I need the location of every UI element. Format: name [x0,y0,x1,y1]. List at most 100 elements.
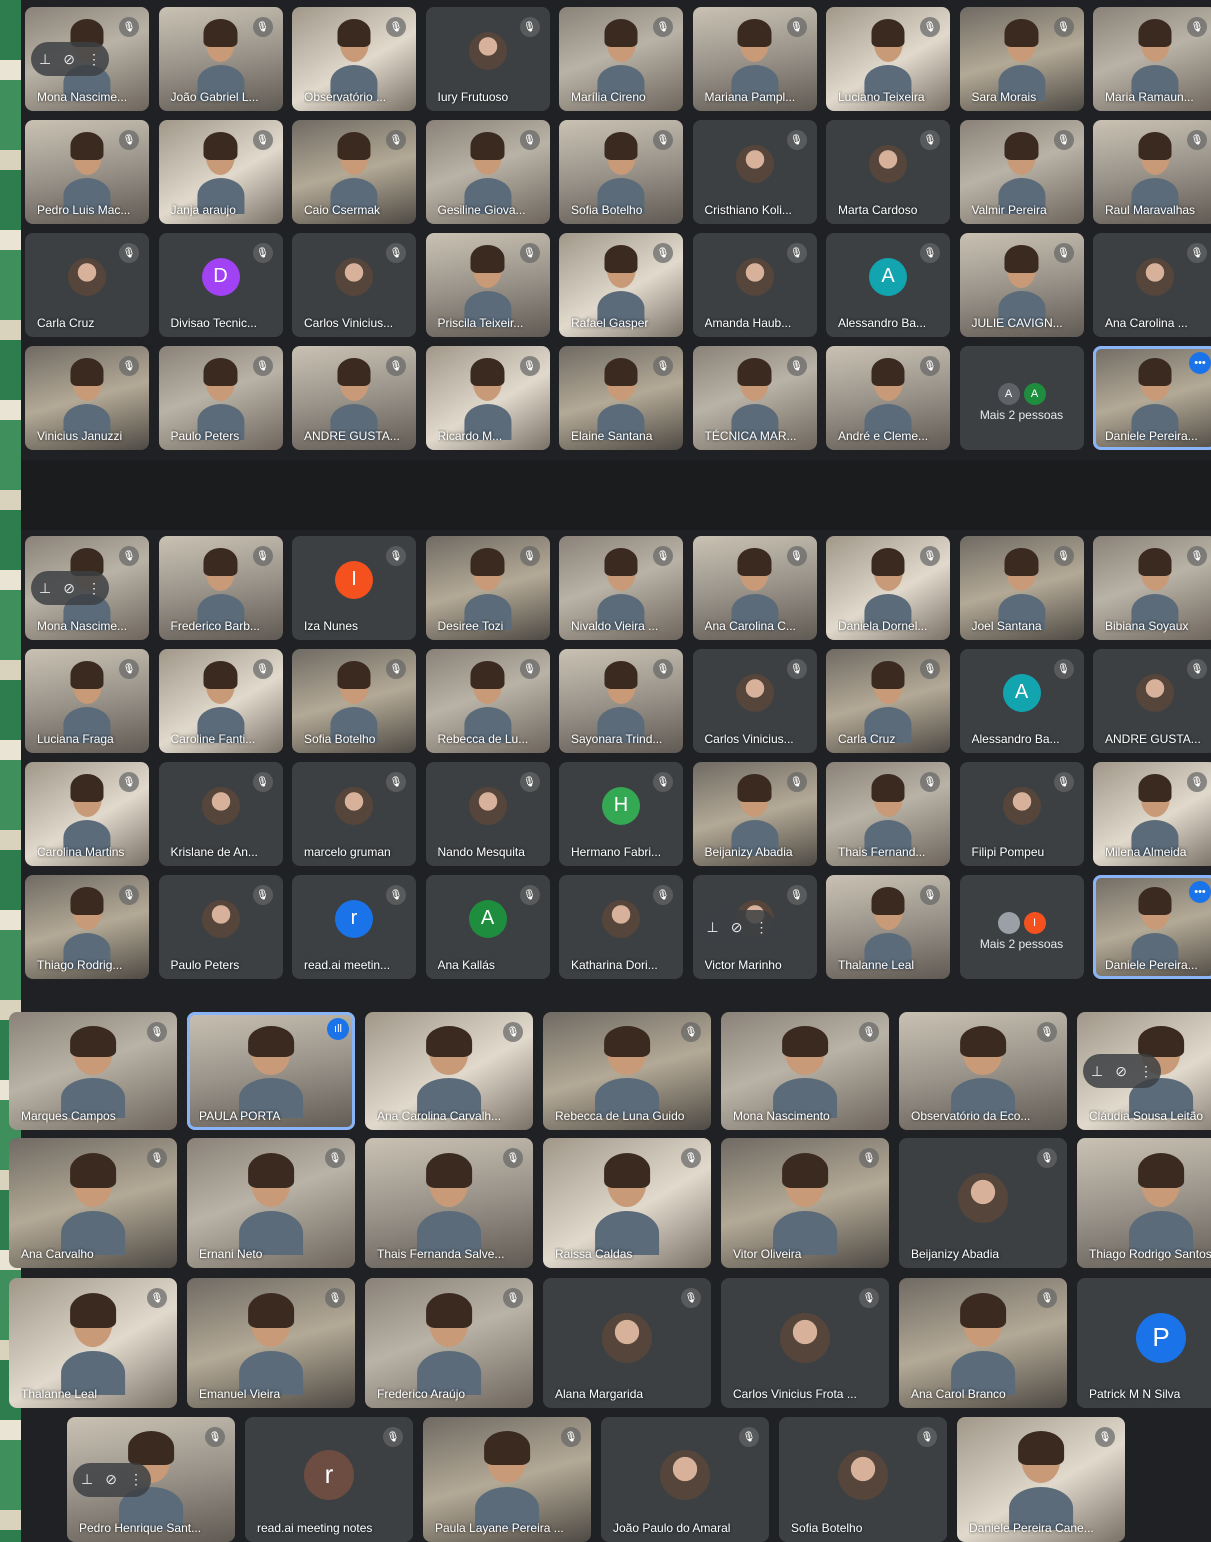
participant-tile[interactable]: 🎙 Maria Ramaun... [1093,7,1211,111]
participant-tile[interactable]: 🎙 Victor Marinho ⊥ ⊘ ⋮ [692,875,817,979]
participant-tile[interactable]: 🎙 Observatório da Eco... [899,1012,1067,1130]
participant-tile[interactable]: 🎙 Thalanne Leal [826,875,950,979]
participant-tile[interactable]: 🎙 Sayonara Trind... [559,649,683,753]
mute-icon[interactable]: ⊘ [731,919,743,936]
pin-icon[interactable]: ⊥ [707,919,719,936]
participant-tile[interactable]: ••• Daniele Pereira... [1093,875,1211,979]
participant-tile[interactable]: 🎙 Carolina Martins [25,762,149,866]
participant-tile[interactable]: 🎙 Caroline Fanti... [158,649,283,753]
participant-tile[interactable]: 🎙 Pedro Luis Mac... [25,120,149,224]
participant-tile[interactable]: 🎙 André e Cleme... [826,346,950,450]
participant-tile[interactable]: 🎙 Ernani Neto [187,1138,355,1268]
participant-tile[interactable]: 🎙 Raissa Caldas [543,1138,711,1268]
participant-tile[interactable]: r 🎙 read.ai meeting notes [245,1417,413,1542]
pin-icon[interactable]: ⊥ [39,51,51,68]
participant-tile[interactable]: 🎙 Ana Carol Branco [899,1278,1067,1408]
participant-tile[interactable]: 🎙 Vinicius Januzzi [25,346,149,450]
participant-tile[interactable]: 🎙 Krislane de An... [158,762,283,866]
participant-tile[interactable]: 🎙 Thalanne Leal [9,1278,177,1408]
participant-tile[interactable]: I Mais 2 pessoas [959,875,1084,979]
participant-tile[interactable]: 🎙 Valmir Pereira [959,120,1084,224]
participant-tile[interactable]: 🎙 Thais Fernand... [826,762,950,866]
participant-tile[interactable]: 🎙 Observatório ... [292,7,416,111]
participant-tile[interactable]: 🎙 Ricardo M... [425,346,550,450]
participant-tile[interactable]: r 🎙 read.ai meetin... [292,875,416,979]
participant-tile[interactable]: A A Mais 2 pessoas [959,346,1084,450]
participant-tile[interactable]: 🎙 Ana Carolina Carvalh... [365,1012,533,1130]
pin-icon[interactable]: ⊥ [81,1471,93,1488]
participant-tile[interactable]: 🎙 Milena Almeida [1093,762,1211,866]
more-vert-icon[interactable]: ⋮ [1139,1063,1153,1080]
participant-tile[interactable]: 🎙 Emanuel Vieira [187,1278,355,1408]
participant-tile[interactable]: 🎙 Mona Nascime... ⊥ ⊘ ⋮ [25,536,149,640]
participant-tile[interactable]: 🎙 Bibiana Soyaux [1093,536,1211,640]
participant-tile[interactable]: 🎙 Sofia Botelho [292,649,416,753]
participant-tile[interactable]: ••• Daniele Pereira... [1093,346,1211,450]
mute-icon[interactable]: ⊘ [105,1471,117,1488]
participant-tile[interactable]: 🎙 Nando Mesquita [425,762,550,866]
participant-tile[interactable]: 🎙Thiago Rodrigo Santos [1077,1138,1211,1268]
mute-icon[interactable]: ⊘ [1115,1063,1127,1080]
participant-tile[interactable]: 🎙 Luciano Teixeira [826,7,950,111]
participant-tile[interactable]: 🎙 Rafael Gasper [559,233,683,337]
participant-tile[interactable]: 🎙 Elaine Santana [559,346,683,450]
participant-tile[interactable]: 🎙 Carla Cruz [826,649,950,753]
participant-tile[interactable]: 🎙 Beijanizy Abadia [692,762,817,866]
participant-tile[interactable]: 🎙 Carlos Vinicius... [692,649,817,753]
tile-hover-controls[interactable]: ⊥ ⊘ ⋮ [73,1462,151,1497]
participant-tile[interactable]: 🎙 Sara Morais [959,7,1084,111]
participant-tile[interactable]: 🎙 Sofia Botelho [559,120,683,224]
participant-tile[interactable]: I 🎙 Iza Nunes [292,536,416,640]
participant-tile[interactable]: 🎙 Thiago Rodrig... [25,875,149,979]
participant-tile[interactable]: 🎙 Ana Carvalho [9,1138,177,1268]
tile-hover-controls[interactable]: ⊥ ⊘ ⋮ [31,571,109,605]
participant-tile[interactable]: A 🎙 Alessandro Ba... [826,233,950,337]
participant-tile[interactable]: D 🎙 Divisao Tecnic... [158,233,283,337]
more-vert-icon[interactable]: ⋮ [87,51,101,68]
participant-tile[interactable]: A 🎙 Alessandro Ba... [959,649,1084,753]
participant-tile[interactable]: 🎙 TÉCNICA MAR... [692,346,817,450]
more-vert-icon[interactable]: ⋮ [754,919,768,936]
participant-tile[interactable]: 🎙 Carla Cruz [25,233,149,337]
participant-tile[interactable]: 🎙 João Paulo do Amaral [601,1417,769,1542]
participant-tile[interactable]: 🎙 Priscila Teixeir... [425,233,550,337]
participant-tile[interactable]: 🎙 Caio Csermak [292,120,416,224]
participant-tile[interactable]: 🎙 Carlos Vinicius... [292,233,416,337]
mute-icon[interactable]: ⊘ [63,51,75,68]
participant-tile[interactable]: 🎙 Amanda Haub... [692,233,817,337]
participant-tile[interactable]: 🎙 Marília Cireno [559,7,683,111]
participant-tile[interactable]: A 🎙 Ana Kallás [425,875,550,979]
participant-tile[interactable]: 🎙Cláudia Sousa Leitão⊥⊘⋮ [1077,1012,1211,1130]
participant-tile[interactable]: 🎙 Paula Layane Pereira ... [423,1417,591,1542]
participant-tile[interactable]: 🎙 Ana Carolina ... [1093,233,1211,337]
more-options-icon[interactable]: ••• [1189,881,1211,903]
participant-tile[interactable]: 🎙 Mona Nascimento [721,1012,889,1130]
participant-tile[interactable]: 🎙 Rebecca de Lu... [425,649,550,753]
participant-tile[interactable]: 🎙 Beijanizy Abadia [899,1138,1067,1268]
participant-tile[interactable]: 🎙 Iury Frutuoso [425,7,550,111]
participant-tile[interactable]: 🎙 marcelo gruman [292,762,416,866]
participant-tile[interactable]: 🎙 Raul Maravalhas [1093,120,1211,224]
participant-tile[interactable]: 🎙 Daniele Pereira Cane... [957,1417,1125,1542]
participant-tile[interactable]: 🎙 Paulo Peters [158,875,283,979]
participant-tile[interactable]: P🎙Patrick M N Silva [1077,1278,1211,1408]
participant-tile[interactable]: 🎙 Carlos Vinicius Frota ... [721,1278,889,1408]
participant-tile[interactable]: 🎙 Rebecca de Luna Guido [543,1012,711,1130]
participant-tile[interactable]: 🎙 Paulo Peters [158,346,283,450]
pin-icon[interactable]: ⊥ [1091,1063,1103,1080]
participant-tile[interactable]: 🎙 Marta Cardoso [826,120,950,224]
participant-tile[interactable]: 🎙 Thais Fernanda Salve... [365,1138,533,1268]
participant-tile[interactable]: 🎙 Desiree Tozi [425,536,550,640]
participant-tile[interactable]: 🎙 Cristhiano Koli... [692,120,817,224]
participant-tile[interactable]: 🎙 Joel Santana [959,536,1084,640]
more-participants-label[interactable]: Mais 2 pessoas [960,937,1084,951]
participant-tile[interactable]: 🎙 Mariana Pampl... [692,7,817,111]
participant-tile[interactable]: 🎙 Sofia Botelho [779,1417,947,1542]
more-vert-icon[interactable]: ⋮ [87,580,101,597]
more-vert-icon[interactable]: ⋮ [129,1471,143,1488]
more-participants-label[interactable]: Mais 2 pessoas [960,408,1084,422]
participant-tile[interactable]: 🎙 Gesiline Giova... [425,120,550,224]
participant-tile[interactable]: 🎙 Janja araujo [158,120,283,224]
participant-tile[interactable]: 🎙 Filipi Pompeu [959,762,1084,866]
participant-tile[interactable]: 🎙 ANDRE GUSTA... [292,346,416,450]
